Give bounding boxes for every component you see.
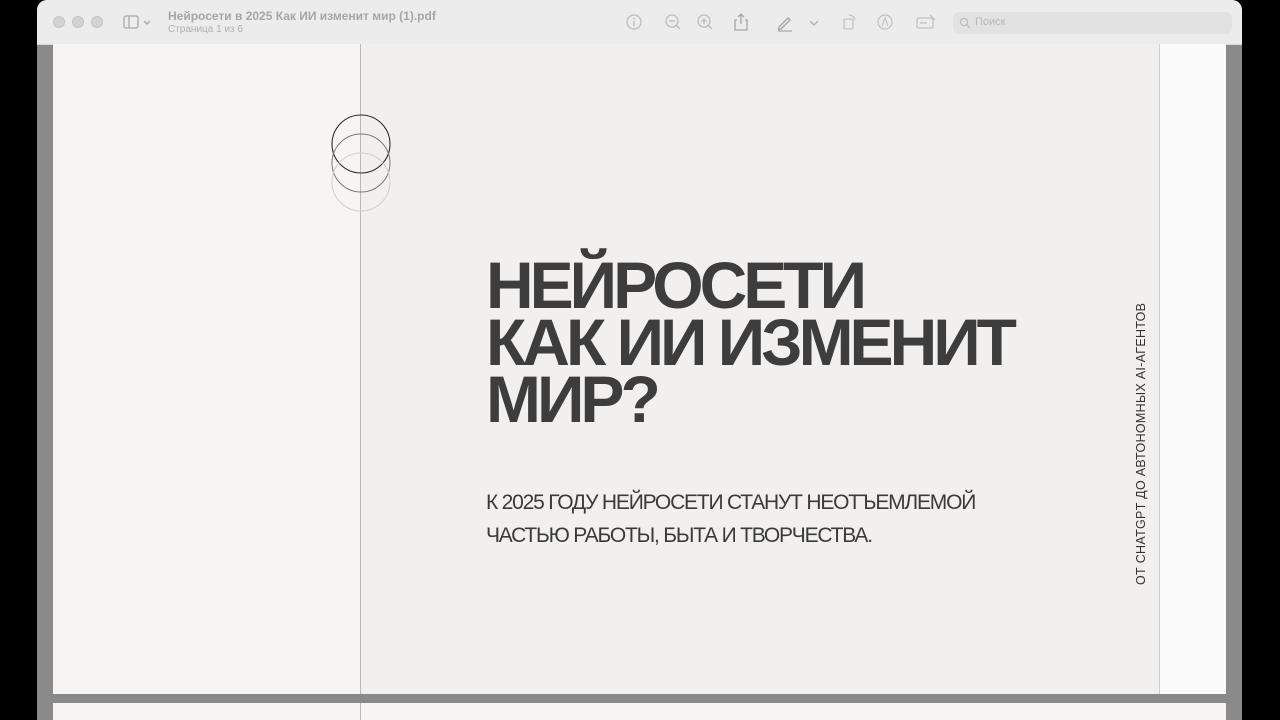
side-caption: ОТ CHATGPT ДО АВТОНОМНЫХ AI-АГЕНТОВ [1134, 302, 1148, 585]
subheading: К 2025 ГОДУ НЕЙРОСЕТИ СТАНУТ НЕОТЪЕМЛЕМО… [486, 486, 1106, 552]
search-placeholder: Поиск [975, 16, 1006, 28]
headline: НЕЙРОСЕТИ КАК ИИ ИЗМЕНИТ МИР? [486, 252, 1126, 436]
zoom-window-button[interactable] [91, 16, 103, 28]
next-page-divider-line [360, 703, 361, 720]
page-indicator: Страница 1 из 6 [168, 24, 243, 35]
document-title: Нейросети в 2025 Как ИИ изменит мир (1).… [168, 9, 436, 23]
headline-line-3: МИР? [486, 362, 661, 436]
page-left-panel [53, 44, 360, 694]
title-bar: Нейросети в 2025 Как ИИ изменит мир (1).… [37, 0, 1242, 45]
subheading-line-1: К 2025 ГОДУ НЕЙРОСЕТИ СТАНУТ НЕОТЪЕМЛЕМО… [486, 491, 976, 514]
sidebar-toggle-icon[interactable] [123, 14, 153, 32]
subheading-line-2: ЧАСТЬЮ РАБОТЫ, БЫТА И ТВОРЧЕСТВА. [486, 524, 873, 547]
chevron-down-icon[interactable] [807, 12, 821, 32]
page-right-margin [1159, 44, 1226, 694]
markup-pen-icon[interactable] [775, 12, 795, 32]
decorative-circles-icon [331, 114, 391, 212]
minimize-window-button[interactable] [72, 16, 84, 28]
search-field[interactable]: Поиск [953, 12, 1232, 34]
highlight-icon[interactable] [875, 12, 895, 32]
close-window-button[interactable] [53, 16, 65, 28]
zoom-in-icon[interactable] [695, 12, 715, 32]
form-fill-icon[interactable] [915, 12, 937, 32]
search-icon [959, 17, 971, 29]
rotate-icon[interactable] [839, 12, 859, 32]
share-icon[interactable] [731, 12, 751, 32]
pdf-page: НЕЙРОСЕТИ КАК ИИ ИЗМЕНИТ МИР? К 2025 ГОД… [53, 44, 1226, 694]
info-icon[interactable] [624, 12, 644, 32]
preview-window: Нейросети в 2025 Как ИИ изменит мир (1).… [37, 0, 1242, 720]
zoom-out-icon[interactable] [663, 12, 683, 32]
next-page-preview [53, 703, 1226, 720]
